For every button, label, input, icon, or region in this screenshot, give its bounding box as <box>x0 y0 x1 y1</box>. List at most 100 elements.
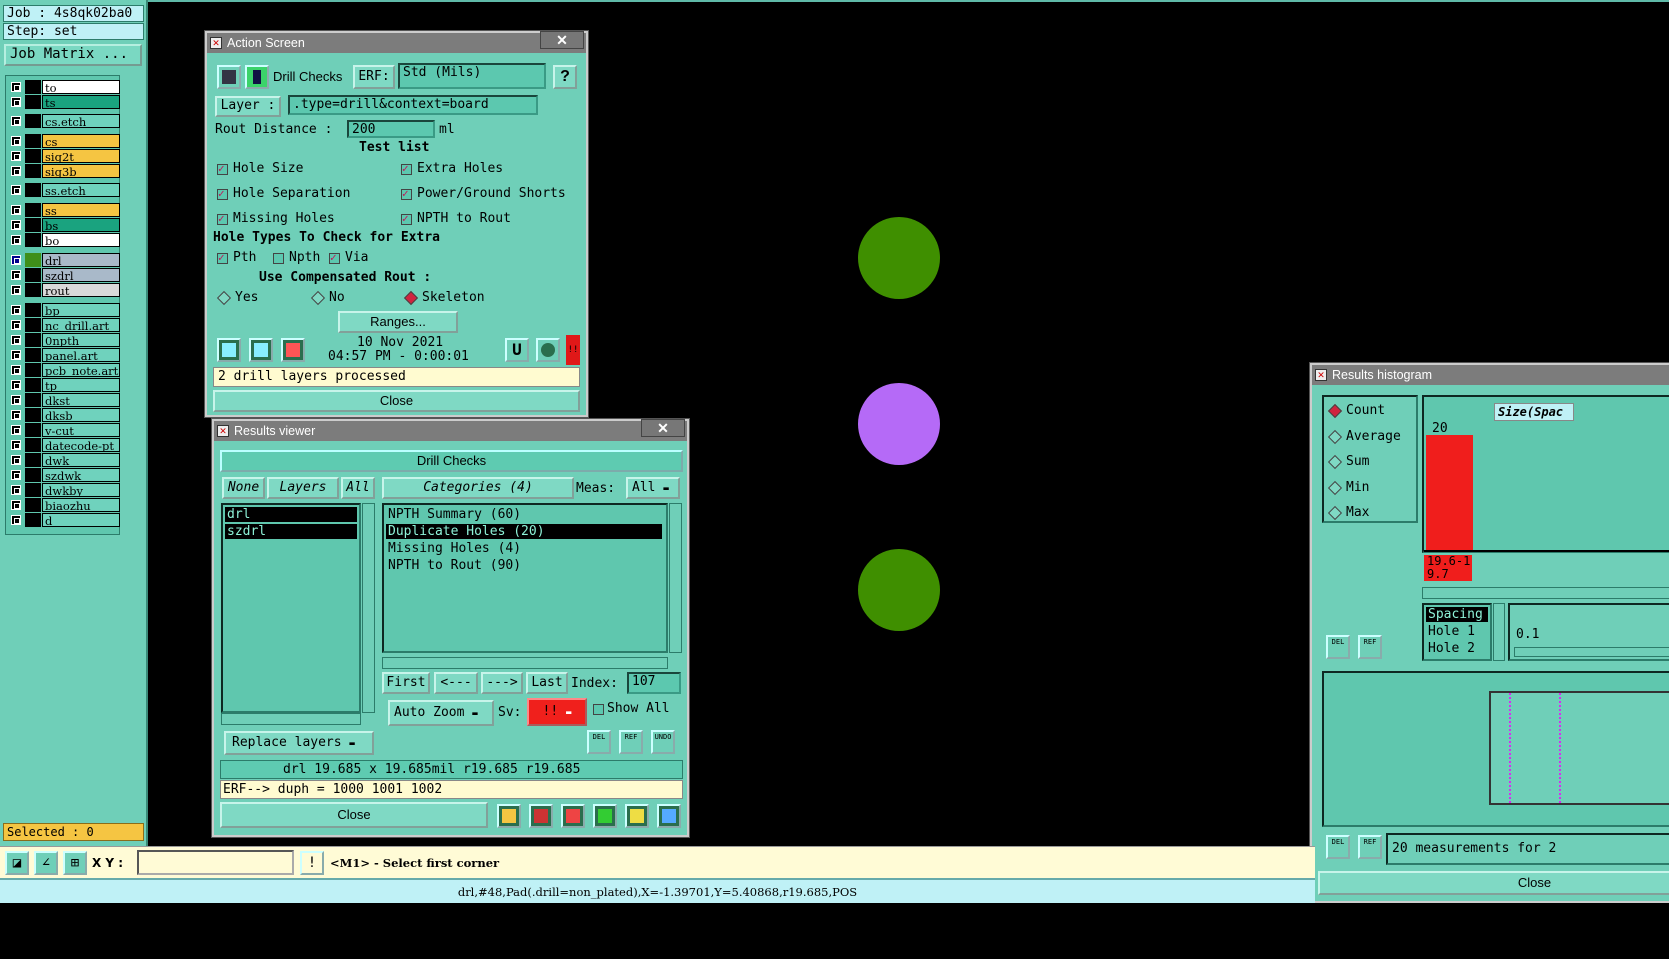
spacing-list[interactable]: Spacing Hole 1 Hole 2 <box>1422 603 1492 661</box>
replace-layers-select[interactable]: Replace layers ▬ <box>224 731 374 755</box>
comp-rout-radio[interactable] <box>310 290 326 306</box>
show-all-checkbox[interactable] <box>593 704 604 715</box>
drill-pad-highlighted[interactable] <box>858 383 940 465</box>
layer-row-0npth[interactable]: 0npth <box>9 333 120 347</box>
xy-input[interactable] <box>137 850 294 875</box>
close-button[interactable]: Close <box>220 802 488 828</box>
layer-checkbox[interactable] <box>11 136 21 146</box>
layer-row-to[interactable]: to <box>9 80 120 94</box>
layer-name[interactable]: tp <box>42 378 120 392</box>
layer-row-panel.art[interactable]: panel.art <box>9 348 120 362</box>
layer-color-swatch[interactable] <box>25 149 41 163</box>
category-item[interactable]: NPTH to Rout (90) <box>386 558 662 573</box>
layer-color-swatch[interactable] <box>25 80 41 94</box>
close-button[interactable]: Close <box>1318 871 1669 895</box>
layer-row-cs[interactable]: cs <box>9 134 120 148</box>
histogram-bar[interactable] <box>1426 435 1473 552</box>
layer-color-swatch[interactable] <box>25 134 41 148</box>
layer-color-swatch[interactable] <box>25 378 41 392</box>
layer-checkbox[interactable] <box>11 305 21 315</box>
comp-rout-radio[interactable] <box>216 290 232 306</box>
layer-checkbox[interactable] <box>11 270 21 280</box>
layer-color-swatch[interactable] <box>25 114 41 128</box>
reference-icon[interactable]: REF <box>619 730 643 754</box>
layer-row-ss[interactable]: ss <box>9 203 120 217</box>
layer-color-swatch[interactable] <box>25 513 41 527</box>
histogram-icon[interactable] <box>657 804 681 828</box>
layer-name[interactable]: szdrl <box>42 268 120 282</box>
horizontal-scrollbar[interactable] <box>382 657 668 669</box>
layer-row-drl[interactable]: drl <box>9 253 120 267</box>
layer-color-swatch[interactable] <box>25 393 41 407</box>
layer-row-szdwk[interactable]: szdwk <box>9 468 120 482</box>
clear-icon[interactable] <box>561 804 585 828</box>
layer-color-swatch[interactable] <box>25 408 41 422</box>
layer-color-swatch[interactable] <box>25 333 41 347</box>
layer-checkbox[interactable] <box>11 320 21 330</box>
category-list[interactable]: NPTH Summary (60) Duplicate Holes (20) Mis… <box>382 503 668 653</box>
vertical-scrollbar[interactable] <box>1493 603 1505 661</box>
index-field[interactable]: 107 <box>627 672 681 694</box>
layer-checkbox[interactable] <box>11 395 21 405</box>
layer-row-dwkby[interactable]: dwkby <box>9 483 120 497</box>
layer-checkbox[interactable] <box>11 285 21 295</box>
layer-name[interactable]: ss <box>42 203 120 217</box>
layer-name[interactable]: drl <box>42 253 120 267</box>
mode-radio[interactable] <box>1327 429 1343 444</box>
layer-row-ss.etch[interactable]: ss.etch <box>9 183 120 197</box>
layer-checkbox[interactable] <box>11 151 21 161</box>
layer-checkbox[interactable] <box>11 365 21 375</box>
layer-row-pcb_note.art[interactable]: pcb_note.art <box>9 363 120 377</box>
layer-name[interactable]: dksb <box>42 408 120 422</box>
layer-row-biaozhu[interactable]: biaozhu <box>9 498 120 512</box>
ranges-button[interactable]: Ranges... <box>338 311 458 333</box>
layer-name[interactable]: ss.etch <box>42 183 120 197</box>
categories-button[interactable]: Categories (4) <box>382 477 574 499</box>
layer-checkbox[interactable] <box>11 185 21 195</box>
layer-name[interactable]: cs <box>42 134 120 148</box>
layer-checkbox[interactable] <box>11 166 21 176</box>
layer-icon[interactable] <box>497 804 521 828</box>
layer-row-bo[interactable]: bo <box>9 233 120 247</box>
layer-row-rout[interactable]: rout <box>9 283 120 297</box>
layer-name[interactable]: nc_drill.art <box>42 318 120 332</box>
run-selected-icon[interactable] <box>249 338 273 362</box>
layer-result-item[interactable]: szdrl <box>225 524 357 539</box>
hole-type-checkbox[interactable] <box>329 251 340 264</box>
layer-checkbox[interactable] <box>11 220 21 230</box>
alert-icon[interactable]: ! <box>300 851 324 875</box>
layer-color-swatch[interactable] <box>25 218 41 232</box>
rout-distance-field[interactable]: 200 <box>347 120 435 138</box>
action-screen-titlebar[interactable]: ✕ Action Screen <box>207 33 586 53</box>
job-matrix-button[interactable]: Job Matrix ... <box>4 44 142 66</box>
layer-color-swatch[interactable] <box>25 363 41 377</box>
layer-checkbox[interactable] <box>11 235 21 245</box>
erf-button[interactable]: ERF: <box>353 65 395 89</box>
mode-radio[interactable] <box>1327 454 1343 470</box>
layer-color-swatch[interactable] <box>25 498 41 512</box>
layer-color-swatch[interactable] <box>25 283 41 297</box>
all-button[interactable]: All <box>341 477 375 499</box>
layer-name[interactable]: bs <box>42 218 120 232</box>
spacing-item[interactable]: Hole 1 <box>1426 624 1488 639</box>
layer-color-swatch[interactable] <box>25 453 41 467</box>
layer-color-swatch[interactable] <box>25 423 41 437</box>
layer-color-swatch[interactable] <box>25 483 41 497</box>
layer-name[interactable]: dkst <box>42 393 120 407</box>
layer-checkbox[interactable] <box>11 116 21 126</box>
layer-name[interactable]: biaozhu <box>42 498 120 512</box>
layer-row-nc_drill.art[interactable]: nc_drill.art <box>9 318 120 332</box>
layer-color-swatch[interactable] <box>25 318 41 332</box>
layer-checkbox[interactable] <box>11 470 21 480</box>
layer-checkbox[interactable] <box>11 410 21 420</box>
layer-result-item[interactable]: drl <box>225 507 357 522</box>
layer-checkbox[interactable] <box>11 485 21 495</box>
layer-row-tp[interactable]: tp <box>9 378 120 392</box>
layer-name[interactable]: bo <box>42 233 120 247</box>
mode-radio[interactable] <box>1327 480 1343 495</box>
layer-row-cs.etch[interactable]: cs.etch <box>9 114 120 128</box>
layer-checkbox[interactable] <box>11 515 21 525</box>
erf-field[interactable]: Std (Mils) <box>398 63 546 89</box>
vertical-scrollbar[interactable] <box>669 503 682 653</box>
help-button[interactable]: ? <box>553 65 577 89</box>
